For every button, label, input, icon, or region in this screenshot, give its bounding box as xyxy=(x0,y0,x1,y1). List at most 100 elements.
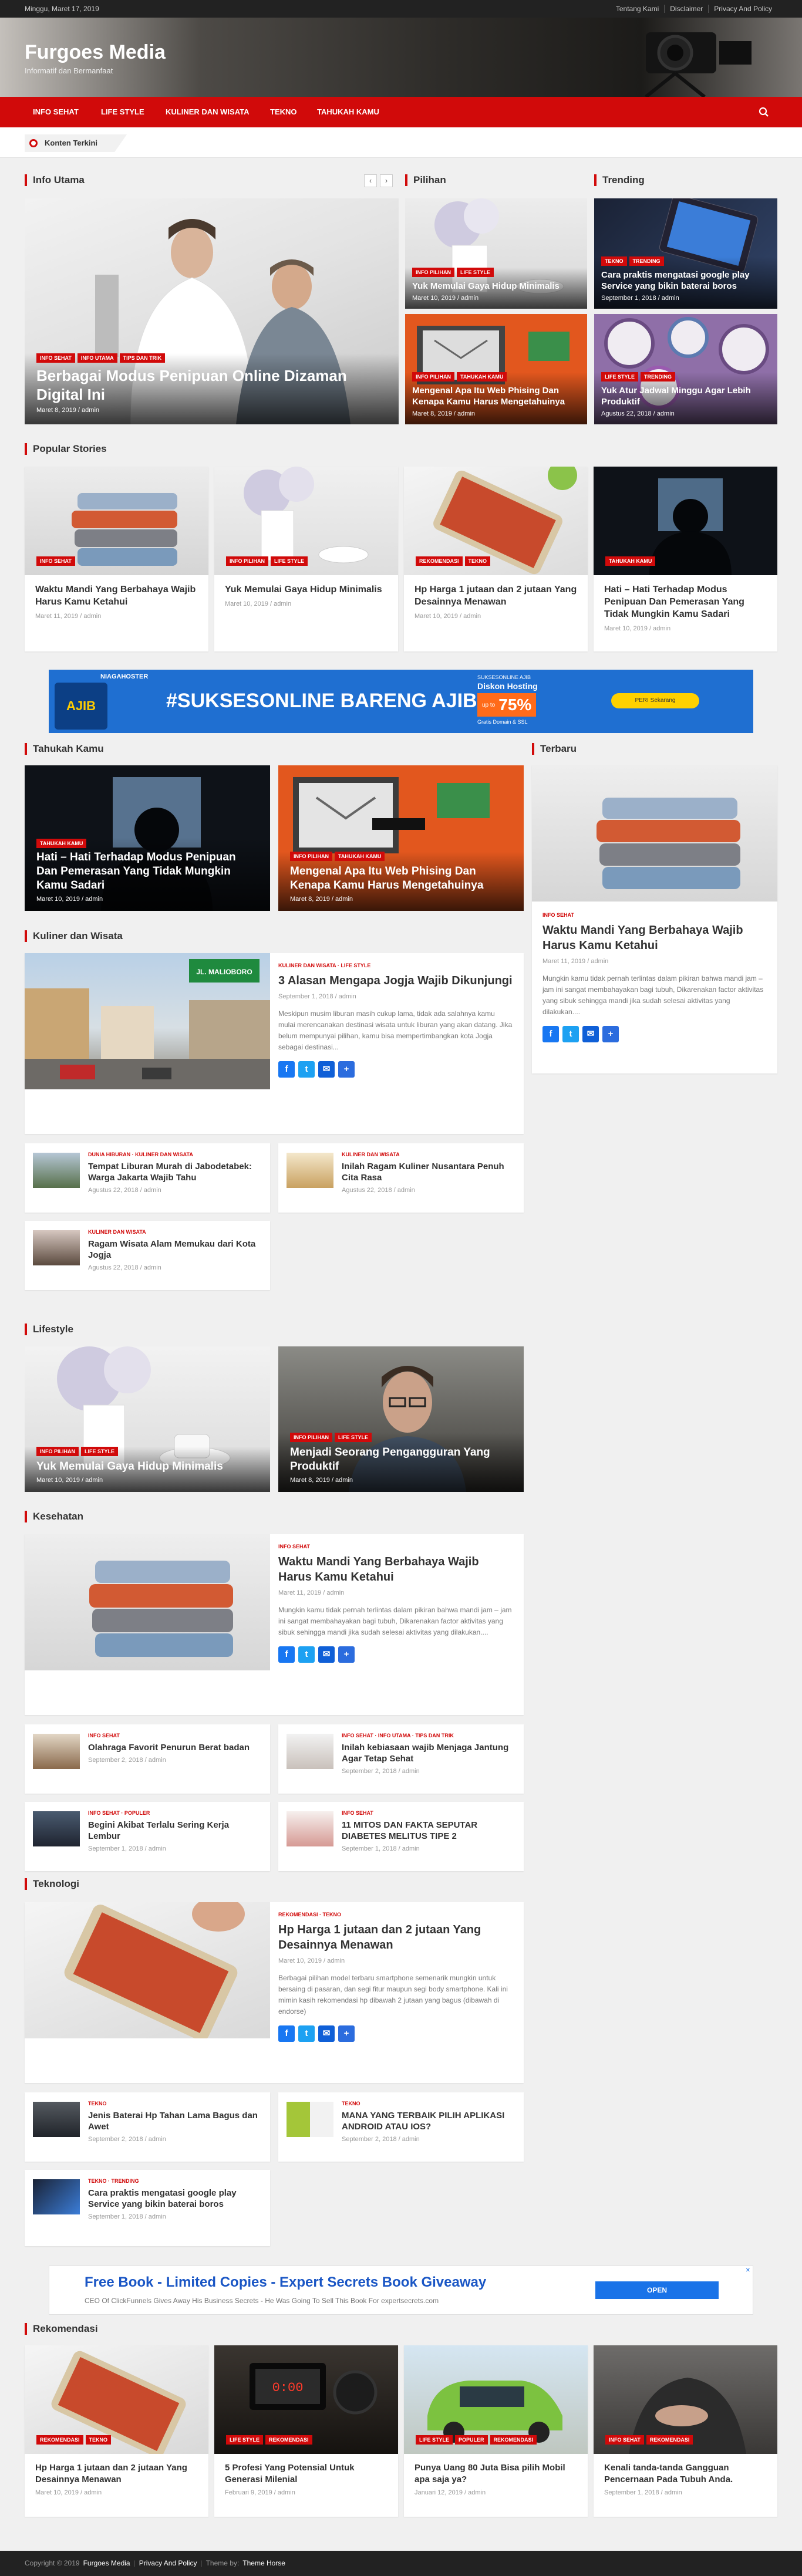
nav-tekno[interactable]: TEKNO xyxy=(270,97,297,127)
tag[interactable]: LIFE STYLE xyxy=(81,1447,119,1456)
email-icon[interactable]: ✉ xyxy=(582,1026,599,1042)
tahukah-post-1[interactable]: TAHUKAH KAMU Hati – Hati Terhadap Modus … xyxy=(25,765,270,911)
tag[interactable]: TIPS DAN TRIK xyxy=(119,353,166,363)
trending-post-2[interactable]: LIFE STYLE TRENDING Yuk Atur Jadwal Mingg… xyxy=(594,314,777,424)
teknologi-list-item-2[interactable]: TEKNO MANA YANG TERBAIK PILIH APLIKASI A… xyxy=(278,2092,524,2162)
post-categories[interactable]: DUNIA HIBURAN · KULINER DAN WISATA xyxy=(88,1152,262,1157)
kesehatan-main-post[interactable]: INFO SEHAT Waktu Mandi Yang Berbahaya Wa… xyxy=(25,1534,524,1715)
popular-card-3[interactable]: REKOMENDASI TEKNO Hp Harga 1 jutaan dan 2… xyxy=(404,467,588,651)
twitter-icon[interactable]: t xyxy=(298,2025,315,2042)
teknologi-list-item-3[interactable]: TEKNO · TRENDING Cara praktis mengatasi … xyxy=(25,2170,270,2246)
post-categories[interactable]: KULINER DAN WISATA xyxy=(342,1152,515,1157)
popular-card-4[interactable]: TAHUKAH KAMU Hati – Hati Terhadap Modus … xyxy=(594,467,777,651)
share-plus-icon[interactable]: + xyxy=(602,1026,619,1042)
post-categories[interactable]: TEKNO xyxy=(88,2101,262,2106)
popular-card-1[interactable]: INFO SEHAT Waktu Mandi Yang Berbahaya Wa… xyxy=(25,467,208,651)
tag[interactable]: TAHUKAH KAMU xyxy=(335,852,385,861)
nav-life-style[interactable]: LIFE STYLE xyxy=(101,97,144,127)
tag[interactable]: TRENDING xyxy=(629,256,664,266)
teknologi-list-item-1[interactable]: TEKNO Jenis Baterai Hp Tahan Lama Bagus … xyxy=(25,2092,270,2162)
tag[interactable]: INFO UTAMA xyxy=(77,353,117,363)
post-categories[interactable]: REKOMENDASI · TEKNO xyxy=(278,1912,513,1917)
ad-cta-button[interactable]: PERI Sekarang xyxy=(611,693,699,708)
post-categories[interactable]: INFO SEHAT xyxy=(88,1733,262,1738)
post-categories[interactable]: TEKNO · TRENDING xyxy=(88,2178,262,2184)
twitter-icon[interactable]: t xyxy=(298,1061,315,1078)
nav-info-sehat[interactable]: INFO SEHAT xyxy=(33,97,79,127)
tahukah-post-2[interactable]: INFO PILIHAN TAHUKAH KAMU Mengenal Apa It… xyxy=(278,765,524,911)
rekomendasi-card-2[interactable]: 0:00 LIFE STYLE REKOMENDASI 5 Profesi Yan… xyxy=(214,2345,398,2517)
terbaru-card[interactable]: INFO SEHAT Waktu Mandi Yang Berbahaya Wa… xyxy=(532,765,777,1073)
tag[interactable]: LIFE STYLE xyxy=(601,372,639,381)
tag[interactable]: TEKNO xyxy=(601,256,627,266)
post-title[interactable]: Waktu Mandi Yang Berbahaya Wajib Harus K… xyxy=(35,583,198,608)
post-title[interactable]: Yuk Memulai Gaya Hidup Minimalis xyxy=(412,281,580,292)
site-title[interactable]: Furgoes Media xyxy=(25,41,166,64)
kuliner-main-post[interactable]: JL. MALIOBORO KULINER DAN WISATA · LIFE … xyxy=(25,953,524,1134)
link-disclaimer[interactable]: Disclaimer xyxy=(664,5,708,13)
post-title[interactable]: Ragam Wisata Alam Memukau dari Kota Jogj… xyxy=(88,1238,262,1261)
facebook-icon[interactable]: f xyxy=(542,1026,559,1042)
pilihan-post-1[interactable]: INFO PILIHAN LIFE STYLE Yuk Memulai Gaya … xyxy=(405,198,587,309)
tag[interactable]: INFO SEHAT xyxy=(36,556,75,566)
tag[interactable]: REKOMENDASI xyxy=(646,2435,693,2445)
post-title[interactable]: Hati – Hati Terhadap Modus Penipuan Dan … xyxy=(36,850,258,893)
lifestyle-post-2[interactable]: INFO PILIHAN LIFE STYLE Menjadi Seorang P… xyxy=(278,1346,524,1492)
prev-arrow-icon[interactable]: ‹ xyxy=(364,174,377,187)
tag[interactable]: INFO PILIHAN xyxy=(290,1433,332,1442)
post-title[interactable]: MANA YANG TERBAIK PILIH APLIKASI ANDROID… xyxy=(342,2110,515,2132)
popular-card-2[interactable]: INFO PILIHAN LIFE STYLE Yuk Memulai Gaya … xyxy=(214,467,398,651)
tag[interactable]: LIFE STYLE xyxy=(457,268,494,277)
tag[interactable]: INFO PILIHAN xyxy=(412,268,454,277)
post-category[interactable]: INFO SEHAT xyxy=(542,912,767,918)
tag[interactable]: INFO SEHAT xyxy=(36,353,75,363)
kesehatan-list-item-3[interactable]: INFO SEHAT · POPULER Begini Akibat Terla… xyxy=(25,1802,270,1871)
footer-privacy-link[interactable]: Privacy And Policy xyxy=(139,2559,197,2567)
share-plus-icon[interactable]: + xyxy=(338,2025,355,2042)
post-title[interactable]: Menjadi Seorang Pengangguran Yang Produk… xyxy=(290,1446,512,1474)
teknologi-main-post[interactable]: REKOMENDASI · TEKNO Hp Harga 1 jutaan da… xyxy=(25,1902,524,2083)
post-title[interactable]: Olahraga Favorit Penurun Berat badan xyxy=(88,1742,262,1753)
kesehatan-list-item-1[interactable]: INFO SEHAT Olahraga Favorit Penurun Bera… xyxy=(25,1724,270,1794)
tag[interactable]: REKOMENDASI xyxy=(36,2435,83,2445)
post-title[interactable]: Mengenal Apa Itu Web Phising Dan Kenapa … xyxy=(412,385,580,407)
post-categories[interactable]: INFO SEHAT xyxy=(342,1810,515,1816)
post-title[interactable]: Punya Uang 80 Juta Bisa pilih Mobil apa … xyxy=(415,2462,577,2486)
tag[interactable]: TEKNO xyxy=(85,2435,112,2445)
tag[interactable]: INFO SEHAT xyxy=(605,2435,644,2445)
lifestyle-post-1[interactable]: INFO PILIHAN LIFE STYLE Yuk Memulai Gaya … xyxy=(25,1346,270,1492)
post-title[interactable]: Yuk Memulai Gaya Hidup Minimalis xyxy=(36,1460,258,1474)
rekomendasi-card-3[interactable]: LIFE STYLE POPULER REKOMENDASI Punya Uang … xyxy=(404,2345,588,2517)
kuliner-list-item-2[interactable]: KULINER DAN WISATA Inilah Ragam Kuliner … xyxy=(278,1143,524,1213)
post-title[interactable]: Cara praktis mengatasi google play Servi… xyxy=(601,269,770,292)
next-arrow-icon[interactable]: › xyxy=(380,174,393,187)
tag[interactable]: LIFE STYLE xyxy=(335,1433,372,1442)
post-title[interactable]: Hati – Hati Terhadap Modus Penipuan Dan … xyxy=(604,583,767,620)
site-brand[interactable]: Furgoes Media Informatif dan Bermanfaat xyxy=(25,41,166,75)
tag[interactable]: INFO PILIHAN xyxy=(226,556,268,566)
facebook-icon[interactable]: f xyxy=(278,2025,295,2042)
post-title[interactable]: 5 Profesi Yang Potensial Untuk Generasi … xyxy=(225,2462,387,2486)
ad-open-button[interactable]: OPEN xyxy=(595,2281,719,2299)
email-icon[interactable]: ✉ xyxy=(318,1061,335,1078)
email-icon[interactable]: ✉ xyxy=(318,2025,335,2042)
link-tentang-kami[interactable]: Tentang Kami xyxy=(611,5,664,13)
kuliner-list-item-1[interactable]: DUNIA HIBURAN · KULINER DAN WISATA Tempa… xyxy=(25,1143,270,1213)
tag[interactable]: TEKNO xyxy=(464,556,491,566)
share-plus-icon[interactable]: + xyxy=(338,1061,355,1078)
post-title[interactable]: Yuk Atur Jadwal Minggu Agar Lebih Produk… xyxy=(601,385,770,407)
post-title[interactable]: Hp Harga 1 jutaan dan 2 jutaan Yang Desa… xyxy=(35,2462,198,2486)
tag[interactable]: INFO PILIHAN xyxy=(412,372,454,381)
post-title[interactable]: Yuk Memulai Gaya Hidup Minimalis xyxy=(225,583,387,596)
tag[interactable]: INFO PILIHAN xyxy=(36,1447,79,1456)
twitter-icon[interactable]: t xyxy=(562,1026,579,1042)
post-categories[interactable]: KULINER DAN WISATA xyxy=(88,1229,262,1235)
post-title[interactable]: Hp Harga 1 jutaan dan 2 jutaan Yang Desa… xyxy=(278,1922,513,1953)
tag[interactable]: TRENDING xyxy=(641,372,676,381)
post-categories[interactable]: TEKNO xyxy=(342,2101,515,2106)
post-title[interactable]: Waktu Mandi Yang Berbahaya Wajib Harus K… xyxy=(278,1554,513,1585)
nav-kuliner-wisata[interactable]: KULINER DAN WISATA xyxy=(166,97,250,127)
share-plus-icon[interactable]: + xyxy=(338,1646,355,1663)
post-title[interactable]: Hp Harga 1 jutaan dan 2 jutaan Yang Desa… xyxy=(415,583,577,608)
tag[interactable]: REKOMENDASI xyxy=(416,556,463,566)
